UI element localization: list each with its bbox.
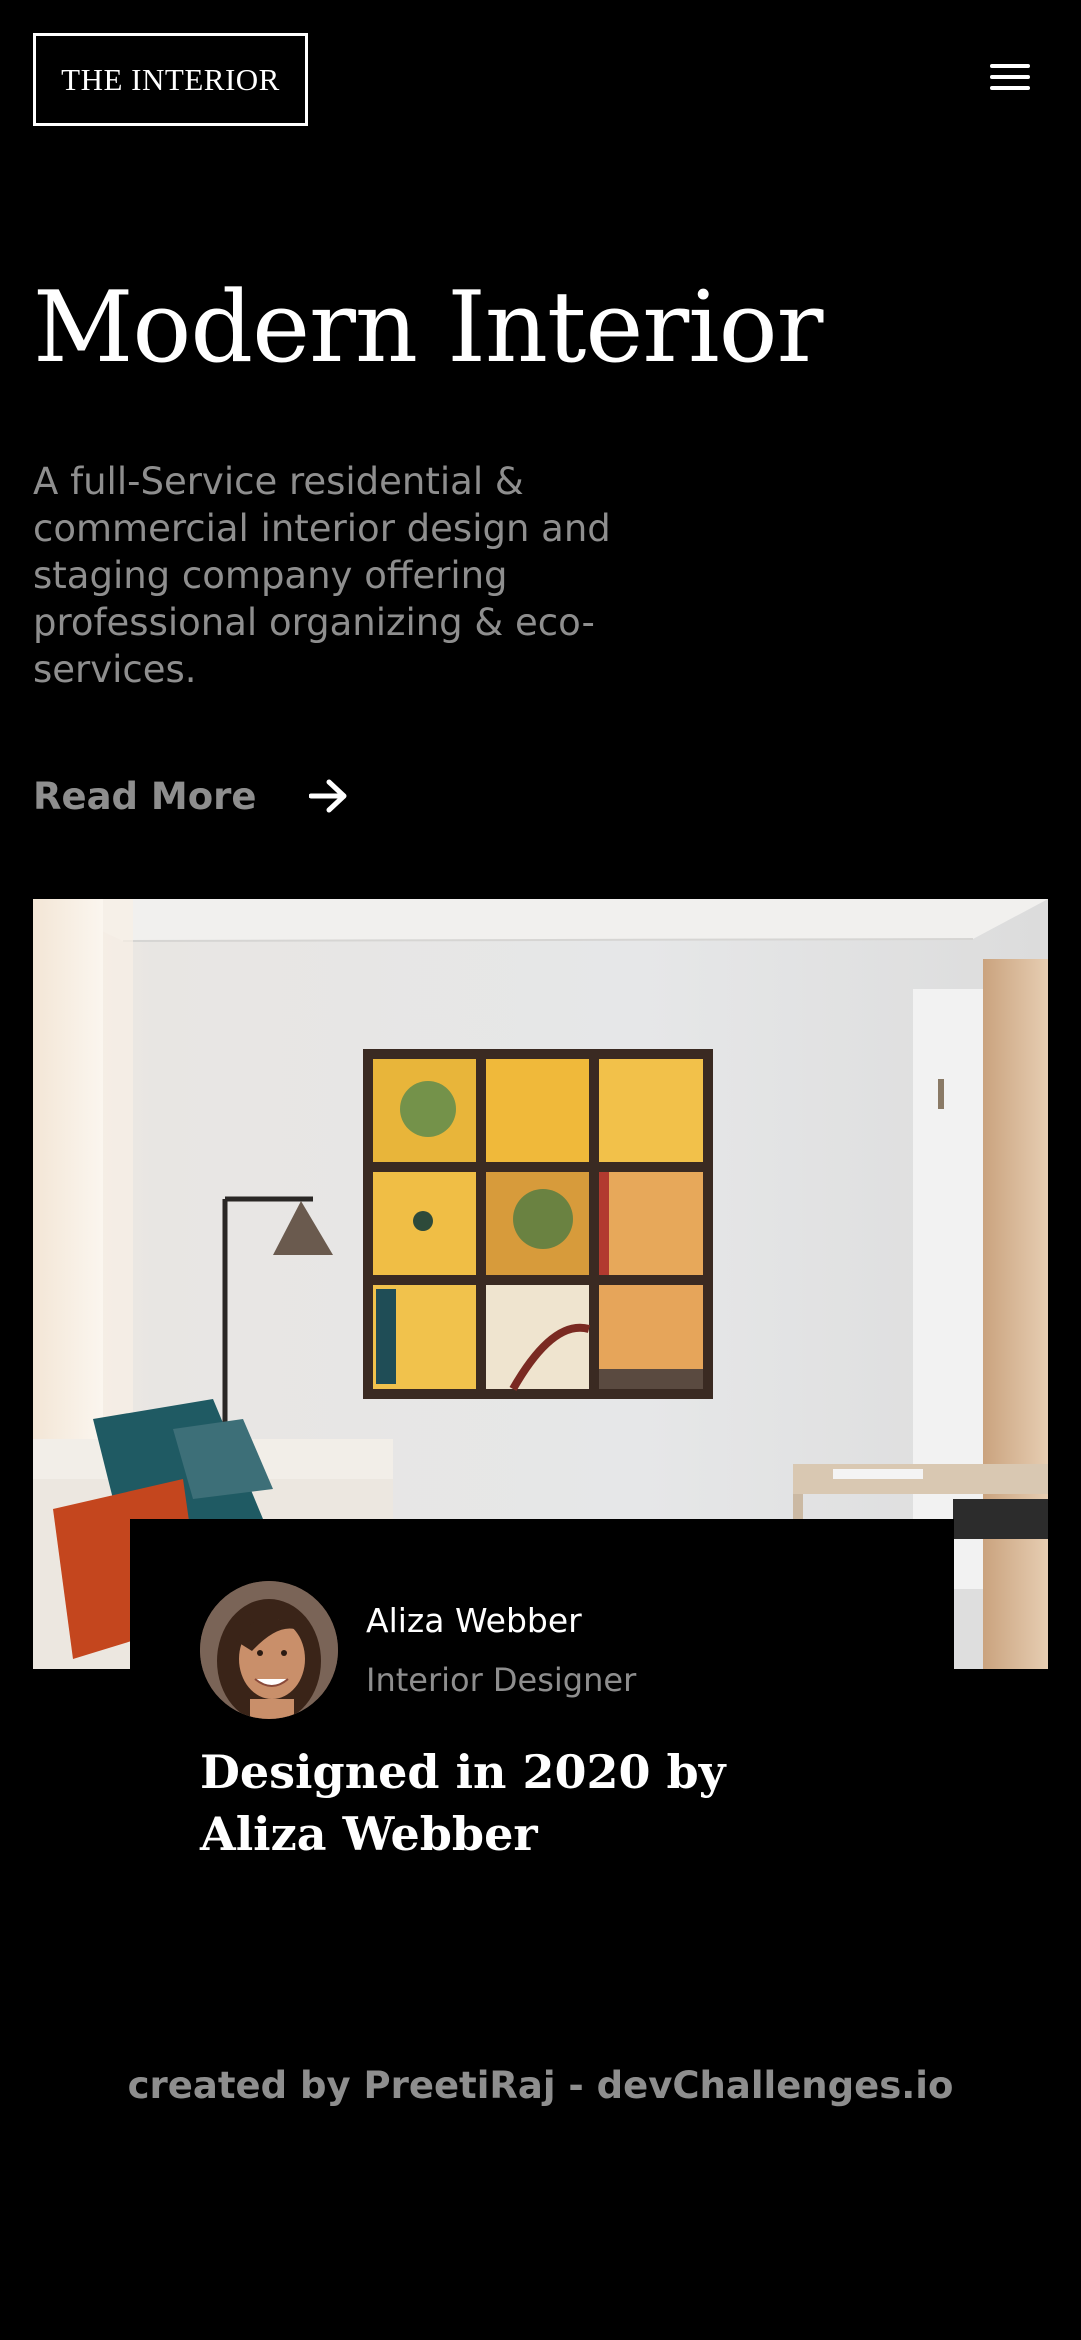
designer-name: Aliza Webber [366,1601,582,1640]
avatar [200,1581,338,1719]
hamburger-menu-icon[interactable] [990,64,1030,96]
card-headline: Designed in 2020 by Aliza Webber [200,1745,726,1861]
read-more-button[interactable]: Read More [33,770,349,822]
designer-card: Aliza Webber Interior Designer Designed … [130,1519,954,1939]
arrow-right-icon [308,779,346,813]
footer-credit[interactable]: created by PreetiRaj - devChallenges.io [0,2064,1081,2107]
hero-description: A full-Service residential & commercial … [33,460,611,691]
designer-role: Interior Designer [366,1661,637,1699]
read-more-label: Read More [33,774,257,818]
avatar-portrait [200,1581,338,1719]
logo[interactable]: THE INTERIOR [33,33,308,126]
hero-title: Modern Interior [33,271,823,385]
